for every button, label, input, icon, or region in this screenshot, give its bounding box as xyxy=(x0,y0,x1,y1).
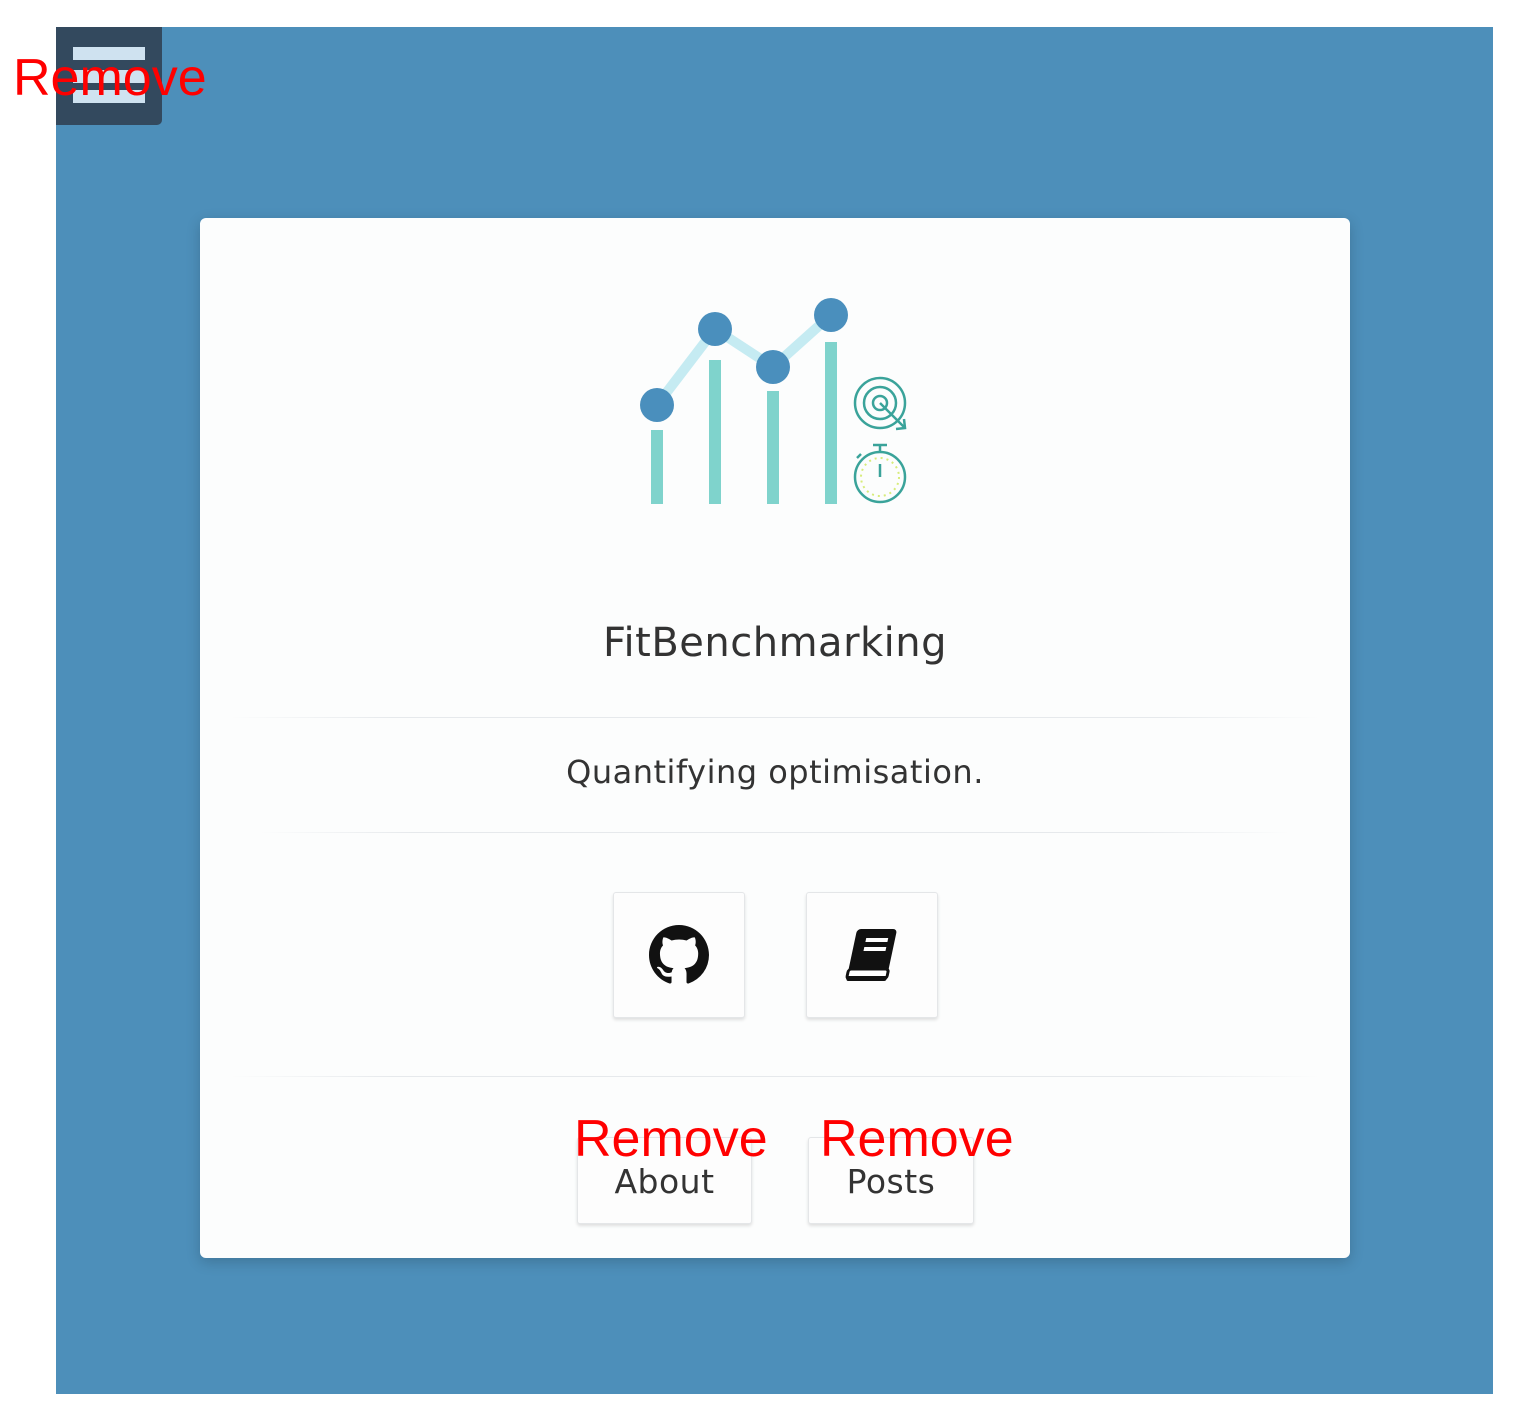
logo-bar xyxy=(767,391,779,504)
divider xyxy=(260,832,1290,833)
remove-annotation-about: Remove xyxy=(574,1110,768,1168)
target-icon xyxy=(853,376,907,431)
book-icon xyxy=(845,929,897,981)
logo-point xyxy=(698,312,732,346)
site-tagline: Quantifying optimisation. xyxy=(566,753,984,791)
book-link-button[interactable] xyxy=(806,892,938,1018)
divider xyxy=(230,717,1320,718)
page: FitBenchmarking Quantifying optimisation… xyxy=(0,0,1535,1421)
github-icon xyxy=(649,925,709,984)
github-link-button[interactable] xyxy=(613,892,745,1018)
logo-point xyxy=(756,350,790,384)
site-logo xyxy=(640,298,907,504)
logo-bar xyxy=(709,360,721,504)
stopwatch-icon xyxy=(853,443,907,504)
logo-point xyxy=(640,388,674,422)
logo-bar xyxy=(825,342,837,504)
logo-bar xyxy=(651,430,663,504)
logo-point xyxy=(814,298,848,332)
remove-annotation-menu: Remove xyxy=(13,49,207,107)
divider xyxy=(230,1076,1320,1077)
site-title: FitBenchmarking xyxy=(602,620,948,666)
remove-annotation-posts: Remove xyxy=(820,1110,1014,1168)
